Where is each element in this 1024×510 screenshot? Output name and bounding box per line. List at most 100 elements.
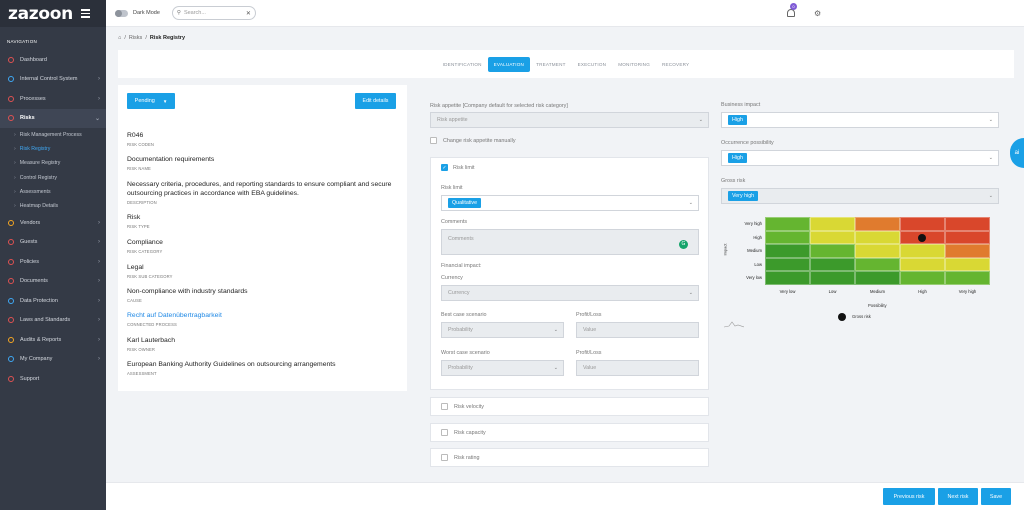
heatmap-cell [810,271,855,285]
tab-identification[interactable]: IDENTIFICATION [437,57,488,72]
risk-limit-panel: ✓ Risk limit Risk limit Qualitative ⌄ Co… [430,157,709,390]
worst-case-value-input[interactable]: Value [576,360,699,376]
sidebar-item-policies[interactable]: Policies › [0,252,106,272]
heatmap-x-label: Very low [779,288,796,294]
occurrence-select[interactable]: High ⌄ [721,150,999,166]
menu-icon[interactable] [80,9,90,18]
sidebar-item-label: Vendors [20,219,41,226]
topbar: Dark Mode ⚲ Search... ✕ [106,0,1024,27]
field-label: RISK CATEGORY [127,249,163,254]
risk-rating-checkbox[interactable] [441,454,448,461]
previous-risk-button[interactable]: Previous risk [883,488,935,505]
breadcrumb-risks[interactable]: Risks [129,35,142,41]
sidebar-subitem-risk-management-process[interactable]: Risk Management Process [0,128,106,142]
dark-mode-toggle[interactable] [115,9,128,17]
tab-bar: IDENTIFICATION EVALUATION TREATMENT EXEC… [118,50,1014,78]
field-label: RISK NAME [127,166,151,171]
tab-treatment[interactable]: TREATMENT [530,57,572,72]
change-appetite-row: Change risk appetite manually [430,137,516,144]
sidebar-subitem-control-registry[interactable]: Control Registry [0,171,106,185]
sidebar-item-label: Processes [20,95,46,102]
risk-capacity-checkbox[interactable] [441,429,448,436]
sidebar-item-audits-reports[interactable]: Audits & Reports › [0,330,106,350]
sidebar-item-dashboard[interactable]: Dashboard [0,50,106,70]
search-icon: ⚲ [176,10,181,16]
footer-bar: Previous risk Next risk Save [106,482,1024,510]
chevron-icon: › [98,76,100,83]
tab-monitoring[interactable]: MONITORING [612,57,656,72]
vendor-icon [8,219,14,226]
ai-assistant-button[interactable]: ai [1010,138,1024,168]
nav-title: NAVIGATION [7,39,38,44]
risk-limit-checkbox[interactable]: ✓ [441,164,448,171]
sidebar-item-data-protection[interactable]: Data Protection › [0,291,106,311]
edit-details-button[interactable]: Edit details [355,93,396,109]
risk-limit-select[interactable]: Qualitative ⌄ [441,195,699,211]
sidebar-item-documents[interactable]: Documents › [0,272,106,292]
value-placeholder: Value [583,365,597,371]
sidebar-item-label: Internal Control System [20,76,78,83]
grammarly-icon[interactable]: G [679,240,688,249]
heatmap-cell [945,244,990,258]
sidebar-item-guests[interactable]: Guests › [0,233,106,253]
sidebar-item-my-company[interactable]: My Company › [0,350,106,370]
risk-velocity-row[interactable]: Risk velocity [430,397,709,416]
clear-search-icon[interactable]: ✕ [246,10,251,17]
save-button[interactable]: Save [981,488,1011,505]
risk-capacity-row[interactable]: Risk capacity [430,423,709,442]
risk-limit-toggle[interactable]: ✓ Risk limit [441,164,475,171]
risk-appetite-select[interactable]: Risk appetite ⌄ [430,112,709,128]
bell-icon[interactable] [787,9,795,17]
process-icon [8,95,14,102]
risk-details-card: Pending ▼ Edit details R046 RISK CODEN Do… [118,85,407,391]
sidebar-subitem-heatmap-details[interactable]: Heatmap Details [0,199,106,213]
comments-label: Comments [441,219,468,225]
logo: zazoon [8,3,73,24]
next-risk-button[interactable]: Next risk [938,488,978,505]
worst-profit-label: Profit/Loss [576,350,602,356]
business-impact-label: Business impact [721,102,761,108]
tab-execution[interactable]: EXECUTION [572,57,613,72]
chevron-down-icon: ⌄ [988,155,993,161]
probability-placeholder: Probability [448,327,473,333]
connected-process-link[interactable]: Recht auf Datenübertragbarkeit [127,311,397,320]
best-case-value-input[interactable]: Value [576,322,699,338]
sidebar-item-vendors[interactable]: Vendors › [0,213,106,233]
tab-recovery[interactable]: RECOVERY [656,57,695,72]
heatmap-cell [945,257,990,271]
tab-evaluation[interactable]: EVALUATION [487,56,531,72]
business-impact-select[interactable]: High ⌄ [721,112,999,128]
field-value: European Banking Authority Guidelines on… [127,361,336,368]
sidebar-subitem-measure-registry[interactable]: Measure Registry [0,156,106,170]
chevron-icon: ⌄ [94,115,100,122]
sidebar-item-internal-control-system[interactable]: Internal Control System › [0,70,106,90]
sidebar-item-laws-and-standards[interactable]: Laws and Standards › [0,311,106,331]
sidebar-item-processes[interactable]: Processes › [0,89,106,109]
risk-velocity-checkbox[interactable] [441,403,448,410]
heatmap-cell [945,271,990,285]
sidebar-subitem-risk-registry[interactable]: Risk Registry [0,142,106,156]
worst-case-probability-select[interactable]: Probability ⌄ [441,360,564,376]
sidebar-item-risks[interactable]: Risks ⌄ [0,108,106,128]
sidebar-item-support[interactable]: Support [0,369,106,389]
breadcrumb-sep: / [145,35,147,41]
field-label: CAUSE [127,298,142,303]
risk-rating-label: Risk rating [454,454,480,461]
heatmap-cell [765,217,810,231]
sidebar-subitem-assessments[interactable]: Assessments [0,185,106,199]
home-icon[interactable]: ⌂ [118,35,121,41]
gear-icon[interactable]: ⚙ [814,9,821,18]
status-dropdown[interactable]: Pending ▼ [127,93,175,109]
comments-textarea[interactable]: Comments G [441,229,699,255]
field-cause: Non-compliance with industry standards CA… [127,287,397,303]
field-assessment: European Banking Authority Guidelines on… [127,360,397,376]
change-appetite-checkbox[interactable] [430,137,437,144]
best-case-probability-select[interactable]: Probability ⌄ [441,322,564,338]
heatmap-cell [765,257,810,271]
search-input[interactable]: ⚲ Search... ✕ [171,6,256,20]
risk-rating-row[interactable]: Risk rating [430,448,709,467]
field-label: RISK SUB CATEGORY [127,274,173,279]
audit-icon [8,336,14,343]
currency-select[interactable]: Currency ⌄ [441,285,699,301]
support-icon [8,375,14,382]
